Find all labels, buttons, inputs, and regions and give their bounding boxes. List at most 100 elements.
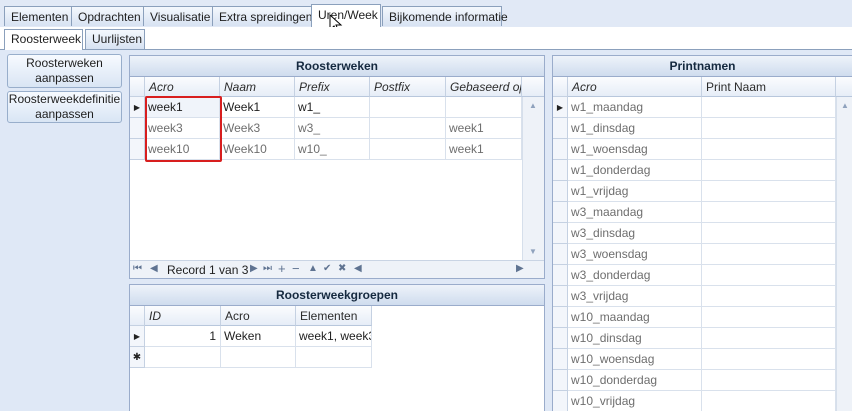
printnaam-value-cell[interactable] <box>702 160 836 181</box>
table-cell[interactable]: Week1 <box>220 97 295 118</box>
new-row-icon[interactable]: ✱ <box>130 347 145 368</box>
printnaam-value-cell[interactable] <box>702 223 836 244</box>
col-acro[interactable]: Acro <box>568 77 702 97</box>
printnaam-acro-cell[interactable]: w3_donderdag <box>568 265 702 286</box>
row-selector[interactable] <box>553 265 568 286</box>
last-record-icon[interactable]: ⏭ <box>263 263 272 274</box>
col-print-naam[interactable]: Print Naam <box>702 77 836 97</box>
row-selector[interactable] <box>553 223 568 244</box>
tab-uren-week[interactable]: Uren/Week <box>311 4 381 28</box>
table-cell[interactable]: w10_ <box>295 139 370 160</box>
next-record-icon[interactable]: ▶ <box>250 263 258 274</box>
roosterweken-aanpassen-button[interactable]: Roosterweken aanpassen <box>7 54 122 88</box>
printnaam-acro-cell[interactable]: w1_vrijdag <box>568 181 702 202</box>
printnaam-value-cell[interactable] <box>702 97 836 118</box>
table-cell[interactable] <box>370 118 446 139</box>
table-cell[interactable]: w1_ <box>295 97 370 118</box>
printnaam-value-cell[interactable] <box>702 139 836 160</box>
row-selector[interactable] <box>553 139 568 160</box>
printnaam-value-cell[interactable] <box>702 349 836 370</box>
new-row-cell[interactable] <box>221 347 296 368</box>
printnaam-acro-cell[interactable]: w10_vrijdag <box>568 391 702 411</box>
table-cell[interactable] <box>370 139 446 160</box>
subtab-roosterweek[interactable]: Roosterweek <box>4 29 83 50</box>
scroll-up-icon[interactable]: ▲ <box>529 101 537 110</box>
printnaam-acro-cell[interactable]: w10_dinsdag <box>568 328 702 349</box>
printnaam-value-cell[interactable] <box>702 286 836 307</box>
col-acro[interactable]: Acro <box>221 306 296 326</box>
edit-record-icon[interactable]: ▲ <box>308 263 318 274</box>
printnaam-value-cell[interactable] <box>702 265 836 286</box>
table-cell[interactable]: w3_ <box>295 118 370 139</box>
tab-elementen[interactable]: Elementen <box>4 6 72 26</box>
printnaam-value-cell[interactable] <box>702 118 836 139</box>
row-selector[interactable] <box>553 181 568 202</box>
printnaam-acro-cell[interactable]: w1_donderdag <box>568 160 702 181</box>
row-selector[interactable] <box>553 160 568 181</box>
row-selector[interactable] <box>553 391 568 411</box>
scroll-up-icon[interactable]: ▲ <box>841 101 849 110</box>
new-row-cell[interactable] <box>145 347 221 368</box>
printnaam-acro-cell[interactable]: w1_woensdag <box>568 139 702 160</box>
row-selector[interactable] <box>553 349 568 370</box>
printnaam-value-cell[interactable] <box>702 181 836 202</box>
col-id[interactable]: ID <box>145 306 221 326</box>
col-elementen[interactable]: Elementen <box>296 306 372 326</box>
table-cell[interactable]: Week3 <box>220 118 295 139</box>
row-selector[interactable] <box>553 118 568 139</box>
row-selector[interactable] <box>130 118 145 139</box>
roosterweekdefinitie-aanpassen-button[interactable]: Roosterweekdefinitie aanpassen <box>7 91 122 123</box>
col-gebaseerd-op[interactable]: Gebaseerd op <box>446 77 522 97</box>
col-naam[interactable]: Naam <box>220 77 295 97</box>
vertical-scrollbar[interactable]: ▲ <box>836 97 852 411</box>
new-row-cell[interactable] <box>296 347 372 368</box>
add-record-icon[interactable]: + <box>278 261 286 276</box>
printnaam-value-cell[interactable] <box>702 244 836 265</box>
row-selector-current[interactable]: ▶ <box>130 326 145 347</box>
printnaam-acro-cell[interactable]: w3_woensdag <box>568 244 702 265</box>
row-selector-current[interactable]: ▶ <box>130 97 145 118</box>
row-selector[interactable] <box>553 202 568 223</box>
save-record-icon[interactable]: ✔ <box>323 263 331 274</box>
col-prefix[interactable]: Prefix <box>295 77 370 97</box>
table-cell[interactable]: Weken <box>221 326 296 347</box>
row-selector[interactable] <box>130 139 145 160</box>
table-cell[interactable]: week1, week3 <box>296 326 372 347</box>
row-selector[interactable] <box>553 286 568 307</box>
printnaam-acro-cell[interactable]: w1_maandag <box>568 97 702 118</box>
vertical-scrollbar[interactable]: ▲ ▼ <box>522 97 544 260</box>
row-selector[interactable] <box>553 370 568 391</box>
row-selector[interactable] <box>553 244 568 265</box>
scroll-down-icon[interactable]: ▼ <box>529 247 537 256</box>
row-selector[interactable] <box>553 307 568 328</box>
first-record-icon[interactable]: ⏮ <box>133 263 142 274</box>
printnaam-acro-cell[interactable]: w1_dinsdag <box>568 118 702 139</box>
row-selector[interactable] <box>553 328 568 349</box>
table-cell[interactable]: week1 <box>446 118 522 139</box>
printnaam-value-cell[interactable] <box>702 370 836 391</box>
row-selector-current[interactable]: ▶ <box>553 97 568 118</box>
printnaam-acro-cell[interactable]: w3_vrijdag <box>568 286 702 307</box>
table-cell[interactable]: week1 <box>446 139 522 160</box>
tab-bijkomende-informatie[interactable]: Bijkomende informatie <box>382 6 508 26</box>
tab-extra-spreidingen[interactable]: Extra spreidingen <box>212 6 312 26</box>
table-cell[interactable] <box>370 97 446 118</box>
printnaam-value-cell[interactable] <box>702 328 836 349</box>
printnaam-value-cell[interactable] <box>702 202 836 223</box>
cancel-record-icon[interactable]: ✖ <box>338 263 346 274</box>
printnaam-acro-cell[interactable]: w3_dinsdag <box>568 223 702 244</box>
col-acro[interactable]: Acro <box>145 77 220 97</box>
printnaam-acro-cell[interactable]: w10_woensdag <box>568 349 702 370</box>
prev-record-icon[interactable]: ◀ <box>150 263 158 274</box>
table-cell[interactable]: 1 <box>145 326 221 347</box>
scroll-left-icon[interactable]: ◀ <box>354 263 362 274</box>
printnaam-acro-cell[interactable]: w3_maandag <box>568 202 702 223</box>
tab-opdrachten[interactable]: Opdrachten <box>71 6 144 26</box>
printnaam-value-cell[interactable] <box>702 391 836 411</box>
col-postfix[interactable]: Postfix <box>370 77 446 97</box>
printnaam-acro-cell[interactable]: w10_donderdag <box>568 370 702 391</box>
printnaam-value-cell[interactable] <box>702 307 836 328</box>
table-cell[interactable]: Week10 <box>220 139 295 160</box>
subtab-uurlijsten[interactable]: Uurlijsten <box>85 29 145 49</box>
tab-visualisatie[interactable]: Visualisatie <box>143 6 213 26</box>
